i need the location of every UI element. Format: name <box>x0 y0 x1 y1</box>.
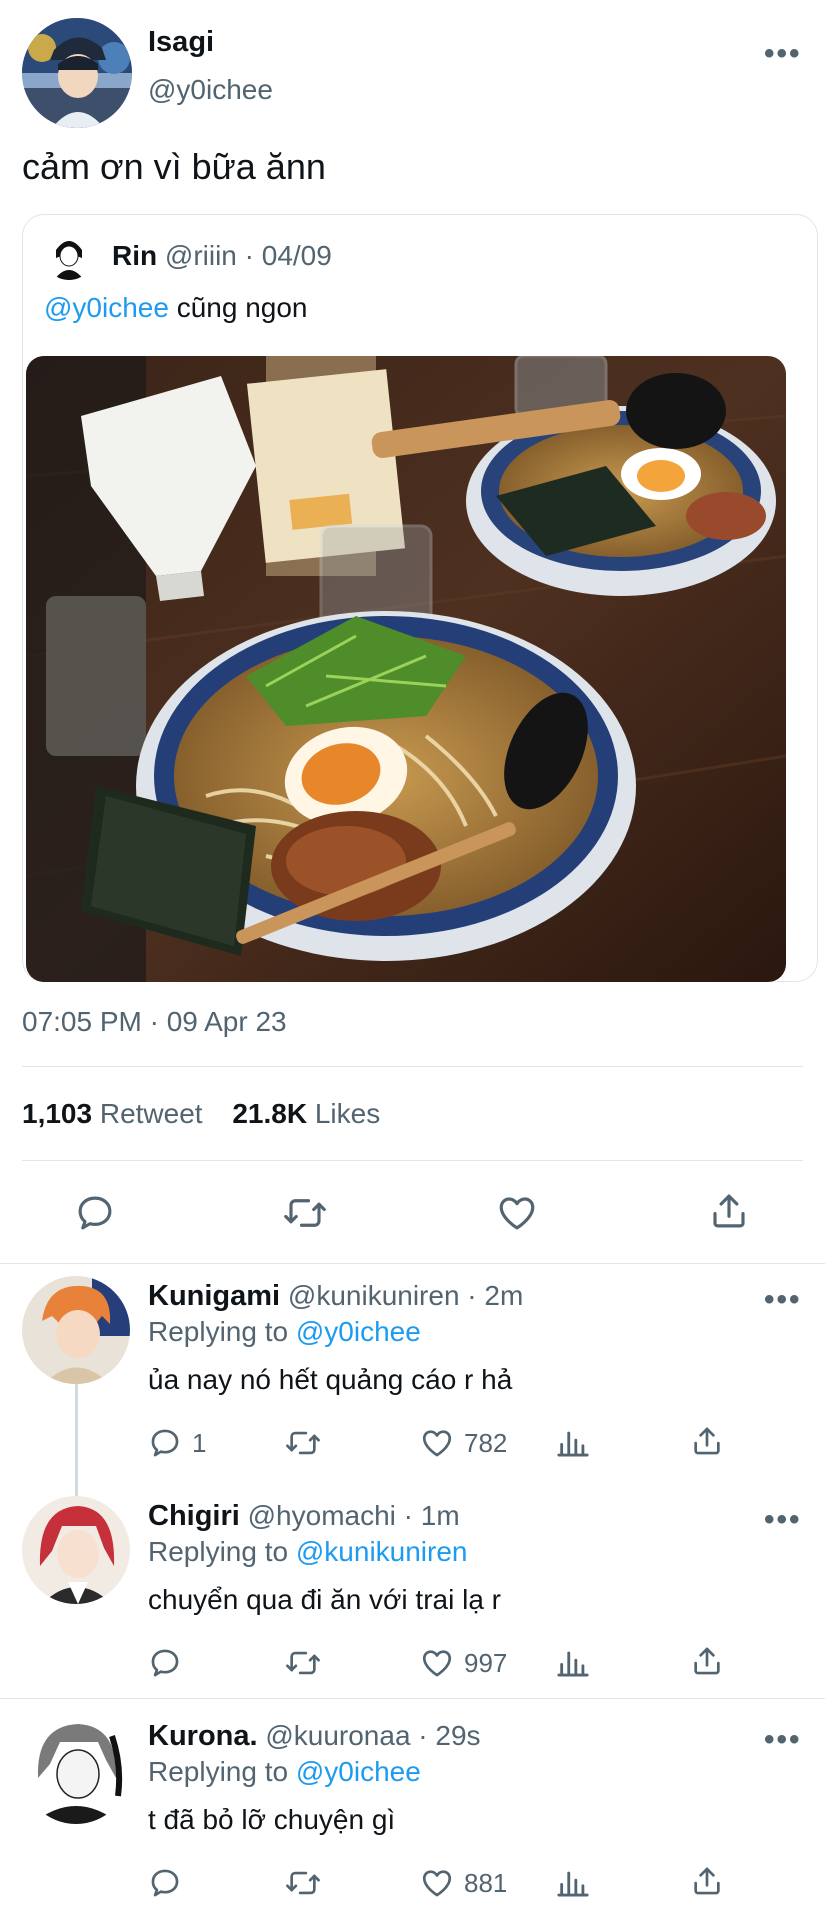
reply-text: ủa nay nó hết quảng cáo r hả <box>148 1364 513 1395</box>
quote-author-avatar[interactable] <box>44 230 94 280</box>
like-icon[interactable] <box>420 1646 454 1680</box>
share-icon[interactable] <box>690 1864 724 1898</box>
tweet-stats: 1,103 Retweet 21.8K Likes <box>22 1098 380 1130</box>
reply-more-icon[interactable]: ••• <box>764 1725 802 1755</box>
thread-connector-line <box>75 1376 78 1498</box>
replying-to-link[interactable]: @y0ichee <box>296 1316 421 1347</box>
replying-to-line: Replying to @y0ichee <box>148 1316 421 1348</box>
share-icon[interactable] <box>690 1424 724 1458</box>
replying-to-link[interactable]: @y0ichee <box>296 1756 421 1787</box>
tweet-timestamp[interactable]: 07:05 PM · 09 Apr 23 <box>22 1006 287 1038</box>
quote-mention-link[interactable]: @y0ichee <box>44 292 169 323</box>
quote-text-line: @y0ichee cũng ngon <box>44 292 308 324</box>
reply-header: Chigiri @hyomachi · 1m <box>148 1500 460 1533</box>
reply-avatar-chigiri[interactable] <box>22 1496 130 1604</box>
retweet-label[interactable]: Retweet <box>100 1098 203 1129</box>
quote-author-name[interactable]: Rin <box>112 240 157 271</box>
analytics-icon[interactable] <box>556 1866 590 1900</box>
reply-icon[interactable] <box>74 1192 116 1234</box>
reply-count: 1 <box>192 1428 207 1458</box>
reply-avatar-kunigami[interactable] <box>22 1276 130 1384</box>
like-count: 881 <box>464 1868 508 1898</box>
quote-media-image[interactable] <box>26 356 786 982</box>
reply-text: chuyển qua đi ăn với trai lạ r <box>148 1584 501 1615</box>
like-icon[interactable] <box>496 1192 538 1234</box>
retweet-icon[interactable] <box>284 1866 322 1900</box>
replying-to-label: Replying to <box>148 1536 296 1567</box>
retweet-count[interactable]: 1,103 <box>22 1098 92 1129</box>
reply-more-icon[interactable]: ••• <box>764 1505 802 1535</box>
author-handle[interactable]: @y0ichee <box>148 74 273 106</box>
like-icon[interactable] <box>420 1866 454 1900</box>
analytics-icon[interactable] <box>556 1426 590 1460</box>
replying-to-line: Replying to @y0ichee <box>148 1756 421 1788</box>
reply-author-meta: @kuuronaa · 29s <box>265 1720 481 1751</box>
reply-author-name[interactable]: Kurona. <box>148 1720 258 1752</box>
retweet-icon[interactable] <box>282 1192 328 1234</box>
reply-author-name[interactable]: Chigiri <box>148 1500 240 1532</box>
replying-to-label: Replying to <box>148 1316 296 1347</box>
replying-to-link[interactable]: @kunikuniren <box>296 1536 468 1567</box>
like-count: 782 <box>464 1428 508 1458</box>
share-icon[interactable] <box>708 1190 750 1232</box>
retweet-icon[interactable] <box>284 1646 322 1680</box>
replying-to-line: Replying to @kunikuniren <box>148 1536 468 1568</box>
author-avatar[interactable] <box>22 18 132 128</box>
retweet-icon[interactable] <box>284 1426 322 1460</box>
reply-icon[interactable] <box>148 1866 182 1900</box>
reply-header: Kunigami @kunikuniren · 2m <box>148 1280 523 1313</box>
reply-icon[interactable] <box>148 1646 182 1680</box>
like-icon[interactable] <box>420 1426 454 1460</box>
share-icon[interactable] <box>690 1644 724 1678</box>
analytics-icon[interactable] <box>556 1646 590 1680</box>
reply-author-meta: @hyomachi · 1m <box>247 1500 460 1531</box>
reply-text: t đã bỏ lỡ chuyện gì <box>148 1804 396 1835</box>
tweet-text: cảm ơn vì bữa ănn <box>22 146 326 187</box>
more-options-icon[interactable]: ••• <box>764 39 802 69</box>
quote-text: cũng ngon <box>168 292 308 323</box>
like-count: 997 <box>464 1648 508 1678</box>
reply-avatar-kurona[interactable] <box>22 1716 130 1824</box>
reply-header: Kurona. @kuuronaa · 29s <box>148 1720 481 1753</box>
author-name[interactable]: Isagi <box>148 26 214 59</box>
reply-author-meta: @kunikuniren · 2m <box>287 1280 524 1311</box>
reply-author-name[interactable]: Kunigami <box>148 1280 280 1312</box>
replying-to-label: Replying to <box>148 1756 296 1787</box>
reply-icon[interactable] <box>148 1426 182 1460</box>
quote-header: Rin @riiin · 04/09 <box>112 240 332 272</box>
likes-count[interactable]: 21.8K <box>232 1098 307 1129</box>
reply-more-icon[interactable]: ••• <box>764 1285 802 1315</box>
quote-author-meta: @riiin · 04/09 <box>164 240 332 271</box>
likes-label[interactable]: Likes <box>315 1098 380 1129</box>
